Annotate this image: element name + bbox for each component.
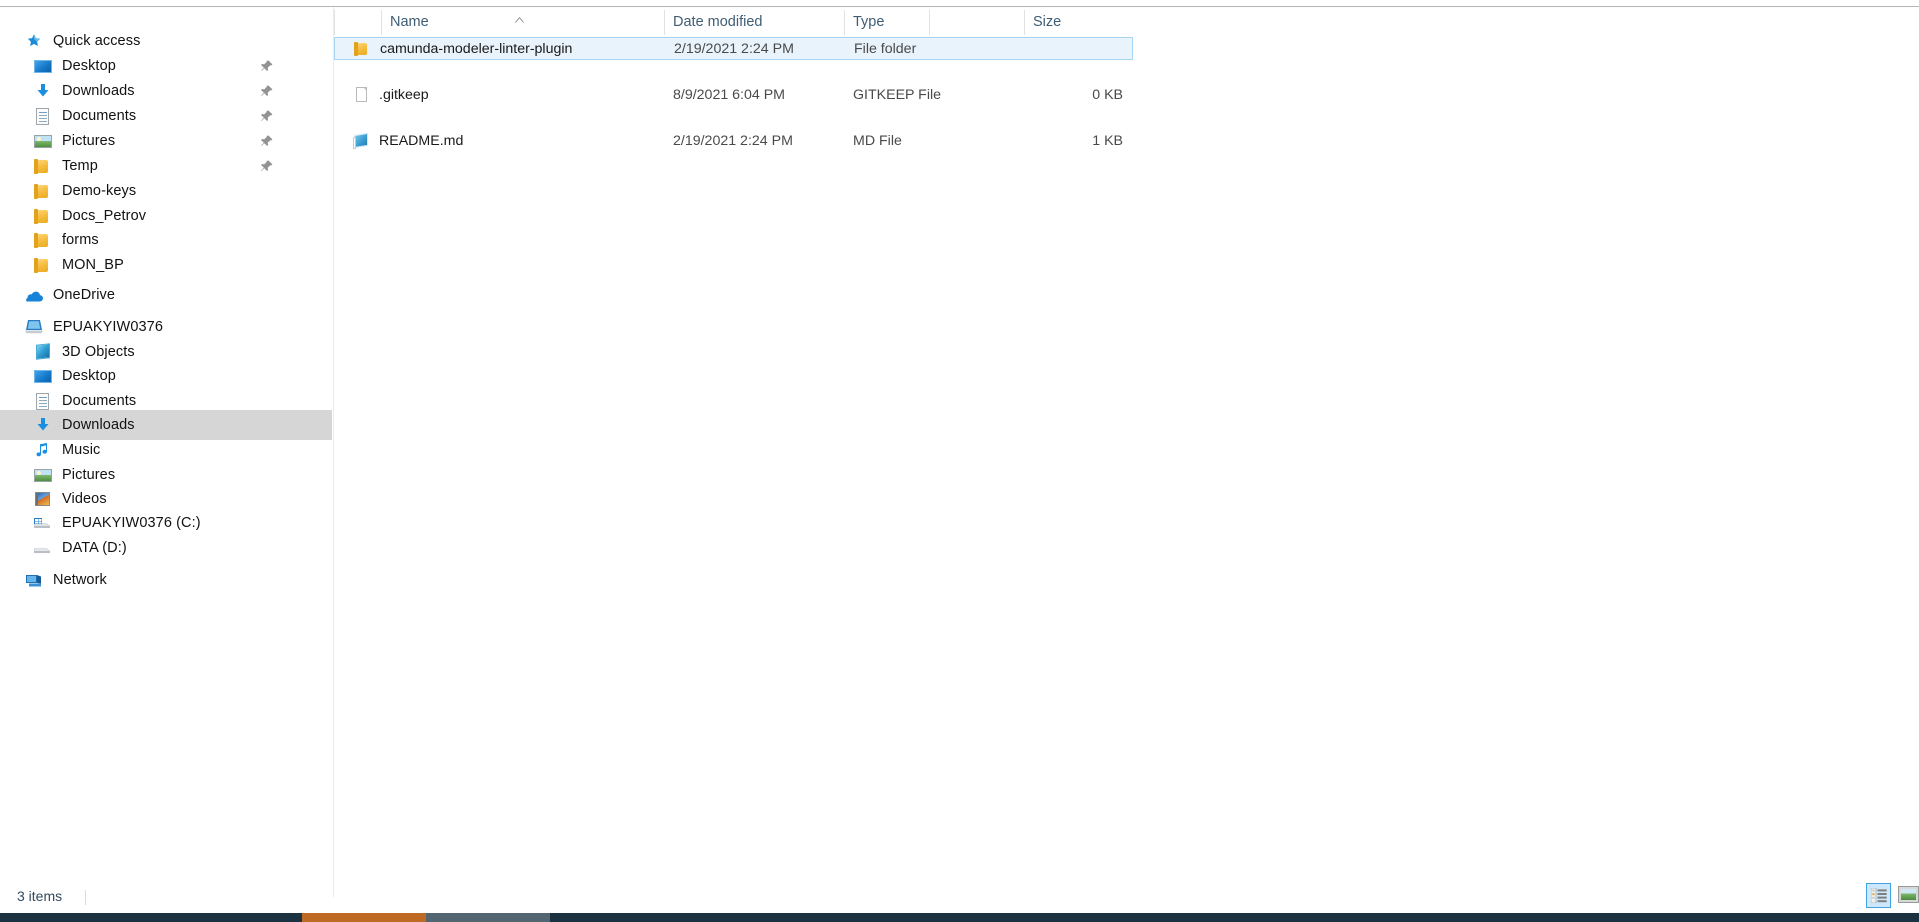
sidebar-item-label: EPUAKYIW0376 (C:) <box>62 515 201 531</box>
file-type-cell: GITKEEP File <box>853 86 942 103</box>
sidebar-item-label: Desktop <box>62 58 116 74</box>
pin-icon[interactable] <box>260 134 274 148</box>
table-row[interactable]: camunda-modeler-linter-plugin 2/19/2021 … <box>334 37 1133 60</box>
column-header-type[interactable]: Type <box>844 7 929 37</box>
column-header-label: Type <box>853 14 885 30</box>
taskbar <box>0 913 1919 922</box>
file-name: .gitkeep <box>379 86 429 103</box>
music-icon <box>33 440 53 460</box>
sidebar-item-label: Documents <box>62 108 137 124</box>
file-rows: camunda-modeler-linter-plugin 2/19/2021 … <box>334 37 1919 149</box>
videos-icon <box>33 489 53 509</box>
file-name: README.md <box>379 132 464 149</box>
folder-icon <box>33 206 53 226</box>
document-icon <box>33 391 53 411</box>
document-icon <box>33 106 53 126</box>
column-header-label: Name <box>390 14 429 30</box>
sidebar-item-label: 3D Objects <box>62 344 135 360</box>
item-count-label: 3 items <box>17 888 63 904</box>
folder-icon <box>33 230 53 250</box>
table-row[interactable]: .gitkeep 8/9/2021 6:04 PM GITKEEP File 0… <box>334 83 1133 106</box>
details-view-button[interactable] <box>1866 883 1891 908</box>
pin-icon[interactable] <box>260 84 274 98</box>
sidebar-item-mon-bp[interactable]: MON_BP <box>0 250 332 280</box>
pin-icon[interactable] <box>260 159 274 173</box>
star-icon <box>24 31 44 51</box>
column-header-label: Date modified <box>673 14 763 30</box>
sidebar-item-label: forms <box>62 232 99 248</box>
folder-icon <box>33 156 53 176</box>
file-name-cell: README.md <box>334 129 463 152</box>
column-header-date-modified[interactable]: Date modified <box>664 7 844 37</box>
sidebar-group-label: Quick access <box>53 33 141 49</box>
sidebar-item-label: Downloads <box>62 83 135 99</box>
drive-icon <box>33 538 53 558</box>
file-list-pane: Name Date modified Type Size camunda-mod… <box>334 7 1919 897</box>
taskbar-app[interactable] <box>426 913 550 922</box>
download-icon <box>33 81 53 101</box>
sidebar-group-network[interactable]: Network <box>0 565 332 595</box>
sidebar-item-label: Music <box>62 442 101 458</box>
file-name: camunda-modeler-linter-plugin <box>380 40 573 57</box>
sidebar-item-label: Pictures <box>62 133 116 149</box>
blank-file-icon <box>353 86 370 103</box>
sidebar-item-label: Temp <box>62 158 98 174</box>
file-date-cell: 8/9/2021 6:04 PM <box>673 86 786 103</box>
file-date-cell: 2/19/2021 2:24 PM <box>674 40 794 57</box>
file-date-cell: 2/19/2021 2:24 PM <box>673 132 793 149</box>
file-size-cell <box>1004 38 1124 59</box>
sidebar-item-label: MON_BP <box>62 257 124 273</box>
folder-icon <box>354 40 371 57</box>
network-icon <box>24 570 44 590</box>
file-type-cell: MD File <box>853 132 902 149</box>
sidebar-item-label: Demo-keys <box>62 183 137 199</box>
details-view-icon <box>1870 887 1887 904</box>
column-header-row: Name Date modified Type Size <box>334 7 1919 37</box>
folder-icon <box>33 255 53 275</box>
desktop-icon <box>33 56 53 76</box>
file-type-cell: File folder <box>854 40 917 57</box>
large-icons-view-button[interactable] <box>1896 883 1919 908</box>
sidebar-group-onedrive[interactable]: OneDrive <box>0 280 332 310</box>
pictures-icon <box>33 131 53 151</box>
pin-icon[interactable] <box>260 59 274 73</box>
sidebar-group-label: Network <box>53 572 107 588</box>
cloud-icon <box>24 285 44 305</box>
sidebar-item-label: Pictures <box>62 467 116 483</box>
desktop-icon <box>33 366 53 386</box>
pictures-icon <box>33 465 53 485</box>
file-size-cell: 0 KB <box>1092 86 1123 103</box>
table-row[interactable]: README.md 2/19/2021 2:24 PM MD File 1 KB <box>334 129 1133 152</box>
status-bar: 3 items <box>0 883 1919 913</box>
navigation-pane: Quick access Desktop Downloads Documents… <box>0 7 334 897</box>
sidebar-item-label: Docs_Petrov <box>62 208 147 224</box>
large-icons-view-icon <box>1898 886 1919 903</box>
download-icon <box>33 415 53 435</box>
column-header-label: Size <box>1033 14 1062 30</box>
column-header-name[interactable]: Name <box>381 7 664 37</box>
taskbar-active-app[interactable] <box>302 913 426 922</box>
folder-icon <box>33 181 53 201</box>
column-separator[interactable] <box>334 10 335 35</box>
file-size-cell: 1 KB <box>1092 132 1123 149</box>
sidebar-item-label: Desktop <box>62 368 116 384</box>
sidebar-group-label: EPUAKYIW0376 <box>53 319 163 335</box>
sidebar-item-label: Documents <box>62 393 137 409</box>
sidebar-item-label: Downloads <box>62 417 135 433</box>
sidebar-item-drive-d[interactable]: DATA (D:) <box>0 533 332 563</box>
file-name-cell: .gitkeep <box>334 83 429 106</box>
sidebar-item-label: Videos <box>62 491 107 507</box>
file-name-cell: camunda-modeler-linter-plugin <box>335 38 572 59</box>
md-file-icon <box>353 132 370 149</box>
column-header-size[interactable]: Size <box>1024 7 1134 37</box>
3d-objects-icon <box>33 342 53 362</box>
drive-icon <box>33 513 53 533</box>
sidebar-group-label: OneDrive <box>53 287 116 303</box>
computer-icon <box>24 317 44 337</box>
status-separator <box>85 890 86 905</box>
pin-icon[interactable] <box>260 109 274 123</box>
sidebar-item-label: DATA (D:) <box>62 540 127 556</box>
column-separator[interactable] <box>929 10 930 35</box>
